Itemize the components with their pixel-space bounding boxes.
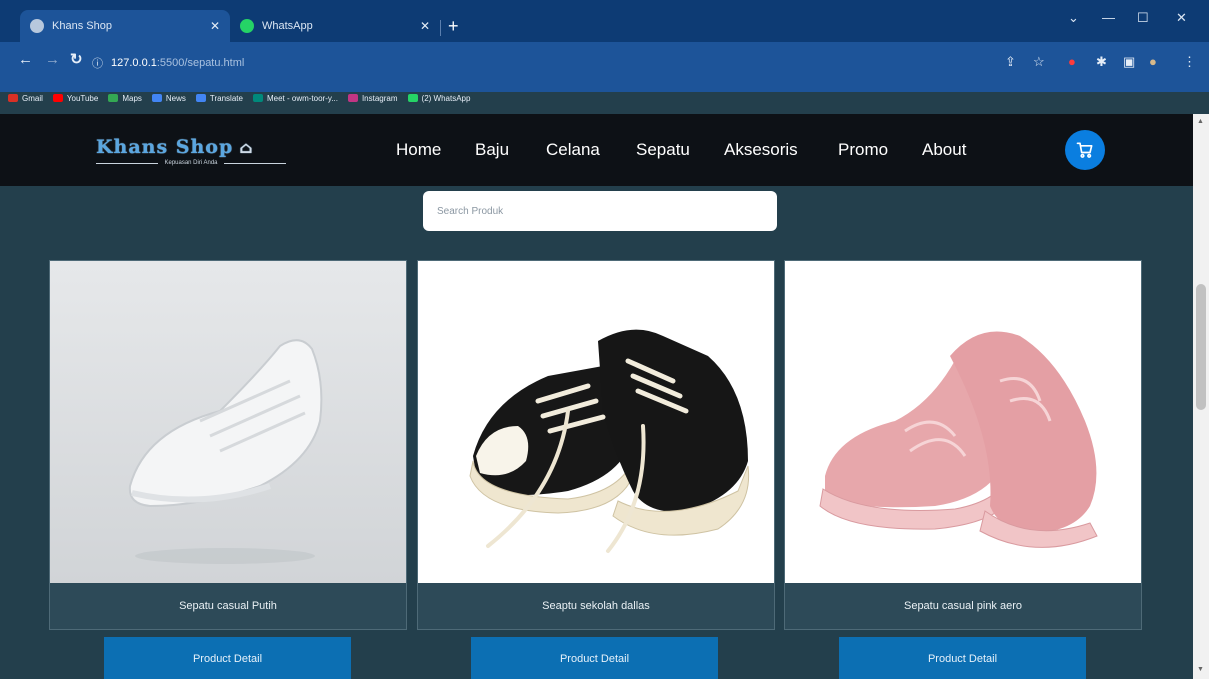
logo-name: Khans Shop <box>96 136 234 158</box>
forward-icon[interactable]: → <box>45 51 60 68</box>
cart-button[interactable] <box>1065 130 1105 170</box>
maps-icon <box>108 94 119 102</box>
product-detail-button[interactable]: Product Detail <box>471 637 718 679</box>
puzzle-icon[interactable]: ✱ <box>1096 54 1107 70</box>
product-image <box>418 261 774 583</box>
youtube-icon <box>52 94 63 102</box>
nav-home[interactable]: Home <box>396 140 441 160</box>
whatsapp-icon <box>407 94 418 102</box>
scroll-down-icon[interactable]: ▼ <box>1197 666 1204 673</box>
share-icon[interactable]: ⇪ <box>1005 54 1016 70</box>
bookmark-label: News <box>165 93 186 103</box>
reload-icon[interactable]: ↻ <box>70 50 83 68</box>
sidepanel-icon[interactable]: ▣ <box>1123 54 1135 70</box>
product-card-black[interactable]: Seaptu sekolah dallas <box>417 260 775 630</box>
cart-icon <box>1076 142 1093 158</box>
product-image <box>785 261 1141 583</box>
nav-celana[interactable]: Celana <box>546 140 600 160</box>
nav-sepatu[interactable]: Sepatu <box>636 140 690 160</box>
instagram-icon <box>347 94 358 102</box>
maximize-icon[interactable]: ☐ <box>1137 10 1149 26</box>
news-icon <box>151 94 162 102</box>
tab-whatsapp[interactable]: WhatsApp ✕ <box>230 10 440 42</box>
globe-icon <box>30 19 44 33</box>
url-path: :5500/sepatu.html <box>156 57 245 69</box>
bookmark-gmail[interactable]: Gmail <box>8 94 43 103</box>
shoe-image <box>128 339 323 564</box>
site-header: Khans Shop ⌂ Kepuasan Diri Anda Home Baj… <box>0 114 1193 186</box>
extension-icon[interactable]: ● <box>1068 54 1076 69</box>
bookmark-instagram[interactable]: Instagram <box>347 93 398 103</box>
product-name: Sepatu casual pink aero <box>903 600 1023 612</box>
bookmarks-bar: Gmail YouTube Maps News Translate Meet -… <box>8 89 470 107</box>
product-detail-button[interactable]: Product Detail <box>839 637 1086 679</box>
divider <box>223 162 287 164</box>
meet-icon <box>252 94 263 102</box>
product-card-white[interactable]: Sepatu casual Putih <box>49 260 407 630</box>
back-icon[interactable]: ← <box>18 51 33 68</box>
divider <box>96 162 159 164</box>
tab-divider <box>440 20 441 36</box>
menu-icon[interactable]: ⋮ <box>1183 54 1196 70</box>
close-icon[interactable]: ✕ <box>210 19 220 33</box>
logo-text: Khans Shop ⌂ <box>96 136 296 158</box>
nav-promo[interactable]: Promo <box>838 140 888 160</box>
nav-baju[interactable]: Baju <box>475 140 509 160</box>
browser-tab-bar: Khans Shop ✕ WhatsApp ✕ + ⌄ — ☐ ✕ <box>0 0 1209 42</box>
gmail-icon <box>8 94 18 102</box>
search-input[interactable] <box>423 191 777 231</box>
url-host: 127.0.0.1 <box>111 57 157 69</box>
star-icon[interactable]: ☆ <box>1033 54 1045 70</box>
minimize-icon[interactable]: — <box>1102 10 1115 25</box>
bookmark-label: Maps <box>122 93 142 103</box>
close-icon[interactable]: ✕ <box>420 19 430 33</box>
shoe-image <box>819 331 1098 548</box>
tab-title: Khans Shop <box>52 20 112 32</box>
logo-tagline: Kepuasan Diri Anda <box>164 160 218 166</box>
window-close-icon[interactable]: ✕ <box>1176 10 1187 26</box>
product-name: Seaptu sekolah dallas <box>542 600 650 612</box>
tab-khans-shop[interactable]: Khans Shop ✕ <box>20 10 230 42</box>
product-card-pink[interactable]: Sepatu casual pink aero <box>784 260 1142 630</box>
logo[interactable]: Khans Shop ⌂ Kepuasan Diri Anda <box>96 136 296 166</box>
translate-icon <box>195 94 206 102</box>
bookmark-youtube[interactable]: YouTube <box>52 93 99 103</box>
bookmark-meet[interactable]: Meet - owm-toor-y... <box>252 93 338 103</box>
shoe-image <box>469 329 750 553</box>
avatar[interactable]: ● <box>1149 54 1157 69</box>
bookmark-label: Meet - owm-toor-y... <box>266 93 338 103</box>
nav-aksesoris[interactable]: Aksesoris <box>724 140 798 160</box>
logo-tagline-row: Kepuasan Diri Anda <box>96 160 287 166</box>
product-image <box>50 261 406 583</box>
bookmark-label: YouTube <box>66 93 99 103</box>
chevron-down-icon[interactable]: ⌄ <box>1068 10 1079 26</box>
bookmark-label: Translate <box>209 93 243 103</box>
new-tab-icon[interactable]: + <box>448 17 459 35</box>
bookmark-whatsapp[interactable]: (2) WhatsApp <box>407 93 471 103</box>
scroll-up-icon[interactable]: ▲ <box>1197 118 1204 125</box>
bookmark-label: (2) WhatsApp <box>421 93 471 103</box>
page-scrollbar[interactable]: ▲ ▼ <box>1193 114 1209 679</box>
bookmark-maps[interactable]: Maps <box>108 94 142 103</box>
address-bar[interactable]: ⓘ 127.0.0.1:5500/sepatu.html <box>92 50 1042 76</box>
bookmark-label: Instagram <box>361 93 398 103</box>
product-name: Sepatu casual Putih <box>179 600 277 612</box>
scroll-thumb[interactable] <box>1196 284 1206 410</box>
bookmark-news[interactable]: News <box>151 93 186 103</box>
nav-about[interactable]: About <box>922 140 966 160</box>
info-icon: ⓘ <box>92 58 103 70</box>
bookmark-translate[interactable]: Translate <box>195 93 243 103</box>
building-icon: ⌂ <box>239 137 254 157</box>
product-detail-button[interactable]: Product Detail <box>104 637 351 679</box>
bookmark-label: Gmail <box>22 93 43 103</box>
browser-toolbar: ← → ↻ ⓘ 127.0.0.1:5500/sepatu.html ⇪ ☆ ●… <box>0 42 1209 103</box>
whatsapp-icon <box>240 19 254 33</box>
tab-title: WhatsApp <box>262 20 313 32</box>
